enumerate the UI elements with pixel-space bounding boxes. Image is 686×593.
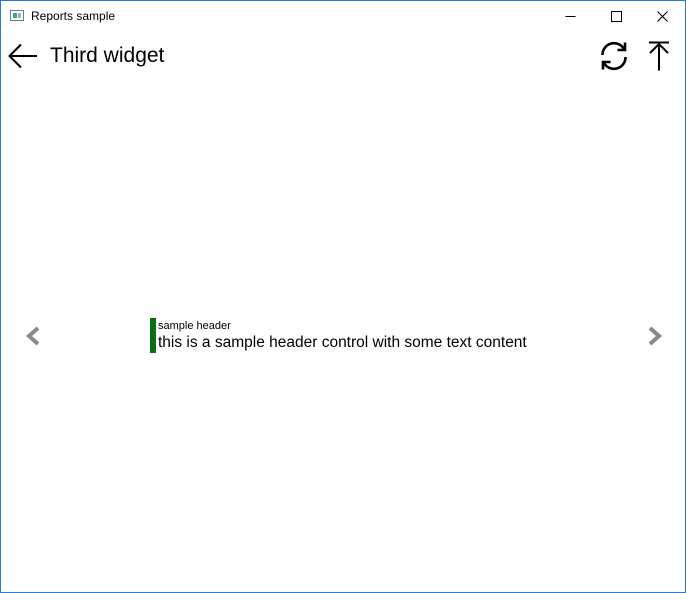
flipview-previous-button[interactable] [19, 321, 47, 351]
refresh-button[interactable] [596, 38, 632, 74]
chevron-left-icon [25, 326, 40, 346]
sample-header-control: sample header this is a sample header co… [150, 318, 527, 353]
close-icon [656, 10, 668, 22]
maximize-button[interactable] [593, 1, 639, 31]
back-arrow-icon [8, 43, 37, 69]
maximize-icon [610, 10, 622, 22]
window-title: Reports sample [31, 9, 116, 23]
scroll-to-top-button[interactable] [645, 38, 673, 74]
page-title: Third widget [50, 44, 165, 67]
app-icon-part [13, 13, 17, 18]
minimize-button[interactable] [547, 1, 593, 31]
scroll-to-top-icon [649, 41, 669, 71]
flipview-next-button[interactable] [641, 321, 669, 351]
minimize-icon [565, 15, 575, 17]
app-icon-part [18, 13, 21, 18]
header-text-group: sample header this is a sample header co… [156, 318, 527, 353]
refresh-icon [601, 41, 627, 71]
title-bar[interactable]: Reports sample [1, 1, 685, 31]
app-window: Reports sample Third widget sample heade… [0, 0, 686, 593]
back-button[interactable] [6, 39, 40, 73]
chevron-right-icon [648, 326, 663, 346]
header-content-text: this is a sample header control with som… [158, 334, 527, 351]
close-button[interactable] [639, 1, 685, 31]
header-label: sample header [158, 320, 231, 332]
app-window-icon [10, 10, 24, 21]
